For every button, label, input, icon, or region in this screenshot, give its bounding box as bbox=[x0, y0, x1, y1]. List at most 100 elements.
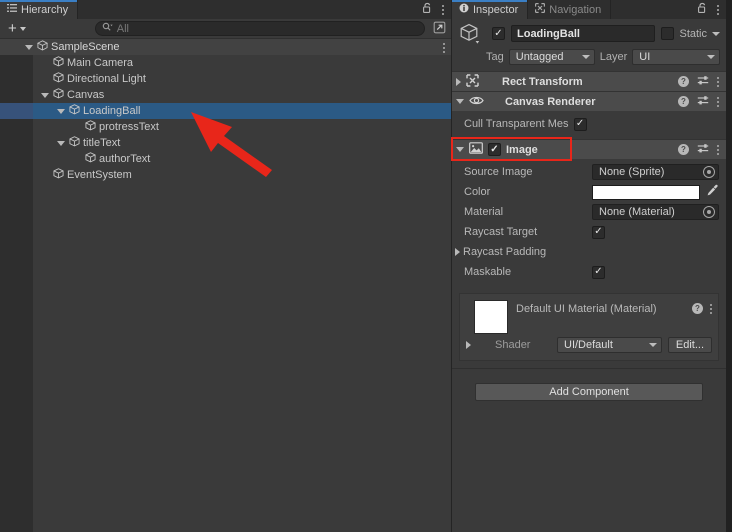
raycast-target-checkbox[interactable]: ✓ bbox=[592, 225, 605, 239]
layer-label: Layer bbox=[599, 50, 628, 63]
lock-open-icon[interactable] bbox=[422, 2, 433, 17]
chevron-down-icon bbox=[707, 54, 715, 59]
hierarchy-item-titletext[interactable]: titleText bbox=[0, 135, 451, 151]
foldout-collapsed-icon[interactable] bbox=[455, 248, 460, 256]
foldout-expanded-icon[interactable] bbox=[23, 44, 34, 50]
tab-inspector-label: Inspector bbox=[473, 3, 519, 16]
kebab-menu-icon[interactable] bbox=[717, 144, 719, 155]
material-objectfield[interactable]: None (Material) bbox=[592, 204, 719, 220]
gameobject-cube-icon bbox=[85, 152, 96, 166]
help-icon[interactable]: ? bbox=[678, 96, 689, 107]
tab-navigation-label: Navigation bbox=[549, 3, 602, 16]
canvas-renderer-body: Cull Transparent Mes ✓ bbox=[452, 111, 726, 139]
gameobject-name-input[interactable]: LoadingBall bbox=[511, 25, 656, 42]
scene-icon bbox=[36, 40, 49, 54]
object-picker-icon[interactable] bbox=[703, 206, 715, 218]
raycast-padding-label: Raycast Padding bbox=[463, 246, 547, 258]
material-foldout-collapsed-icon[interactable] bbox=[466, 341, 471, 349]
hierarchy-item-loadingball[interactable]: LoadingBall bbox=[0, 103, 451, 119]
source-image-row: Source Image None (Sprite) bbox=[452, 162, 726, 182]
kebab-menu-icon[interactable] bbox=[717, 4, 719, 15]
tab-navigation[interactable]: Navigation bbox=[528, 0, 612, 19]
component-header-image[interactable]: ✓ Image ? bbox=[452, 139, 726, 159]
open-in-new-icon[interactable] bbox=[433, 21, 446, 37]
raycast-target-row: Raycast Target ✓ bbox=[452, 222, 726, 242]
gameobject-name-value: LoadingBall bbox=[517, 27, 580, 40]
chevron-down-icon bbox=[19, 26, 26, 31]
add-component-button[interactable]: Add Component bbox=[475, 383, 703, 401]
hierarchy-item-directional-light[interactable]: Directional Light bbox=[0, 71, 451, 87]
foldout-expanded-icon[interactable] bbox=[456, 147, 464, 152]
shader-value: UI/Default bbox=[564, 339, 613, 351]
cull-transparent-mesh-checkbox[interactable]: ✓ bbox=[573, 117, 587, 131]
color-label: Color bbox=[464, 186, 491, 198]
navigation-icon bbox=[535, 3, 546, 16]
static-checkbox[interactable] bbox=[661, 27, 675, 40]
preset-icon[interactable] bbox=[697, 75, 709, 89]
component-header-canvas-renderer[interactable]: Canvas Renderer ? bbox=[452, 91, 726, 111]
info-icon bbox=[459, 3, 469, 16]
tab-hierarchy[interactable]: Hierarchy bbox=[0, 0, 79, 19]
preset-icon[interactable] bbox=[697, 143, 709, 157]
kebab-menu-icon[interactable] bbox=[442, 4, 444, 15]
search-placeholder: All bbox=[116, 22, 129, 35]
object-picker-icon[interactable] bbox=[703, 166, 715, 178]
shader-dropdown[interactable]: UI/Default bbox=[557, 337, 662, 353]
kebab-menu-icon[interactable] bbox=[717, 76, 719, 87]
kebab-menu-icon[interactable] bbox=[443, 43, 445, 53]
raycast-padding-row[interactable]: Raycast Padding bbox=[452, 242, 726, 262]
kebab-menu-icon[interactable] bbox=[710, 303, 712, 314]
help-icon[interactable]: ? bbox=[692, 303, 703, 314]
help-icon[interactable]: ? bbox=[678, 144, 689, 155]
cull-transparent-mesh-label: Cull Transparent Mes bbox=[464, 118, 569, 130]
tag-dropdown[interactable]: Untagged bbox=[508, 48, 595, 65]
gameobject-cube-icon bbox=[53, 56, 64, 70]
kebab-menu-icon[interactable] bbox=[717, 96, 719, 107]
image-enabled-checkbox[interactable]: ✓ bbox=[488, 143, 501, 156]
image-component-body: Source Image None (Sprite) Color Materia… bbox=[452, 159, 726, 287]
maskable-checkbox[interactable]: ✓ bbox=[592, 265, 605, 279]
material-row: Material None (Material) bbox=[452, 202, 726, 222]
maskable-row: Maskable ✓ bbox=[452, 262, 726, 282]
inspector-object-header: ✓ LoadingBall Static Tag Untagged Layer bbox=[452, 19, 726, 71]
shader-edit-button[interactable]: Edit... bbox=[667, 337, 712, 353]
foldout-collapsed-icon[interactable] bbox=[456, 77, 461, 86]
preset-icon[interactable] bbox=[697, 95, 709, 109]
tab-hierarchy-label: Hierarchy bbox=[21, 3, 69, 16]
tab-inspector[interactable]: Inspector bbox=[452, 0, 529, 19]
component-title-canvas-renderer: Canvas Renderer bbox=[505, 95, 596, 108]
source-image-objectfield[interactable]: None (Sprite) bbox=[592, 164, 719, 180]
hierarchy-item-main-camera[interactable]: Main Camera bbox=[0, 55, 451, 71]
material-value: None (Material) bbox=[599, 206, 675, 218]
hierarchy-item-label: Canvas bbox=[67, 89, 105, 101]
layer-dropdown[interactable]: UI bbox=[632, 48, 720, 65]
component-header-rect-transform[interactable]: Rect Transform ? bbox=[452, 71, 726, 91]
maskable-label: Maskable bbox=[464, 266, 512, 278]
foldout-expanded-icon[interactable] bbox=[55, 108, 66, 114]
foldout-expanded-icon[interactable] bbox=[456, 99, 464, 104]
foldout-expanded-icon[interactable] bbox=[55, 140, 66, 146]
search-input[interactable]: All bbox=[94, 21, 425, 36]
color-swatch[interactable] bbox=[592, 184, 700, 200]
lock-open-icon[interactable] bbox=[697, 2, 708, 17]
gameobject-enabled-checkbox[interactable]: ✓ bbox=[492, 27, 505, 40]
hierarchy-item-protresstext[interactable]: protressText bbox=[0, 119, 451, 135]
gameobject-cube-icon bbox=[53, 72, 64, 86]
help-icon[interactable]: ? bbox=[678, 76, 689, 87]
tag-value: Untagged bbox=[515, 50, 564, 63]
tag-label: Tag bbox=[486, 50, 504, 63]
foldout-expanded-icon[interactable] bbox=[39, 92, 50, 98]
hierarchy-item-canvas[interactable]: Canvas bbox=[0, 87, 451, 103]
raycast-target-label: Raycast Target bbox=[464, 226, 538, 238]
inspector-panel: Inspector Navigation ✓ LoadingBall Stati… bbox=[452, 0, 726, 532]
create-object-button[interactable]: + bbox=[5, 21, 29, 36]
static-dropdown-chevron-down-icon[interactable] bbox=[712, 31, 720, 36]
static-toggle-group[interactable]: Static bbox=[661, 27, 720, 40]
hierarchy-item-eventsystem[interactable]: EventSystem bbox=[0, 167, 451, 183]
inspector-tabbar-filler bbox=[611, 0, 693, 19]
hierarchy-item-authortext[interactable]: authorText bbox=[0, 151, 451, 167]
hierarchy-item-samplescene[interactable]: SampleScene bbox=[0, 39, 451, 55]
eye-icon bbox=[469, 95, 484, 109]
image-icon bbox=[469, 142, 483, 157]
eyedropper-icon[interactable] bbox=[706, 184, 719, 200]
